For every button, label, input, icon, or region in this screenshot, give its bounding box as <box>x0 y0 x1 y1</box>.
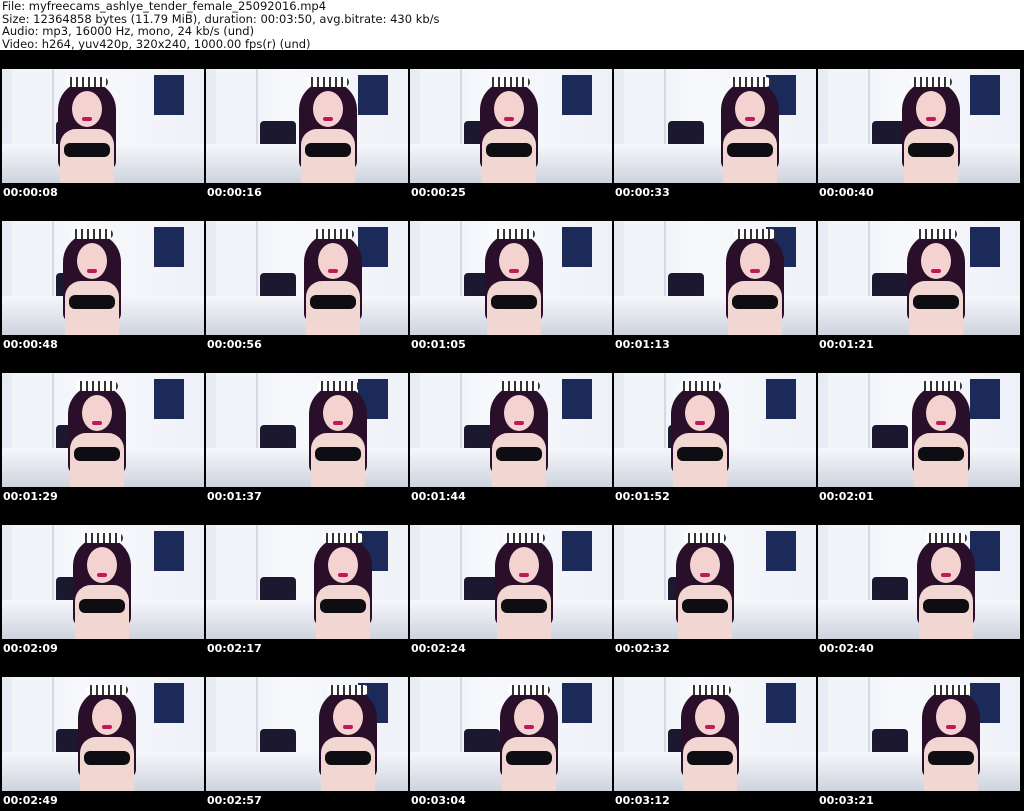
video-frame-image <box>410 373 612 487</box>
thumbnail-cell: 00:01:29 <box>0 354 204 506</box>
timestamp-label: 00:02:32 <box>615 642 670 655</box>
timestamp-label: 00:02:09 <box>3 642 58 655</box>
thumbnail-cell: 00:03:21 <box>816 658 1020 810</box>
thumbnail-cell: 00:02:32 <box>612 506 816 658</box>
timestamp-label: 00:01:37 <box>207 490 262 503</box>
thumbnail-cell: 00:00:16 <box>204 50 408 202</box>
thumbnail-cell: 00:03:12 <box>612 658 816 810</box>
timestamp-label: 00:00:56 <box>207 338 262 351</box>
thumbnail-cell: 00:01:13 <box>612 202 816 354</box>
video-frame-image <box>206 69 408 183</box>
thumbnail-cell: 00:01:44 <box>408 354 612 506</box>
thumbnail-cell: 00:01:52 <box>612 354 816 506</box>
video-frame-image <box>614 373 816 487</box>
thumbnail-cell: 00:02:01 <box>816 354 1020 506</box>
timestamp-label: 00:00:25 <box>411 186 466 199</box>
timestamp-label: 00:03:12 <box>615 794 670 807</box>
timestamp-label: 00:01:44 <box>411 490 466 503</box>
timestamp-label: 00:02:49 <box>3 794 58 807</box>
thumbnail-cell: 00:02:40 <box>816 506 1020 658</box>
video-frame-image <box>2 69 204 183</box>
timestamp-label: 00:00:40 <box>819 186 874 199</box>
video-frame-image <box>2 221 204 335</box>
thumbnail-cell: 00:00:33 <box>612 50 816 202</box>
thumbnail-cell: 00:02:17 <box>204 506 408 658</box>
video-frame-image <box>410 525 612 639</box>
video-frame-image <box>206 221 408 335</box>
thumbnail-cell: 00:02:57 <box>204 658 408 810</box>
video-frame-image <box>614 221 816 335</box>
thumbnail-cell: 00:00:56 <box>204 202 408 354</box>
video-frame-image <box>410 221 612 335</box>
video-frame-image <box>818 69 1020 183</box>
timestamp-label: 00:00:33 <box>615 186 670 199</box>
timestamp-label: 00:00:16 <box>207 186 262 199</box>
file-info-header: File: myfreecams_ashlye_tender_female_25… <box>0 0 1024 50</box>
video-frame-image <box>818 525 1020 639</box>
video-frame-image <box>614 677 816 791</box>
timestamp-label: 00:03:21 <box>819 794 874 807</box>
video-frame-image <box>614 525 816 639</box>
video-frame-image <box>206 373 408 487</box>
video-frame-image <box>410 677 612 791</box>
thumbnail-cell: 00:02:49 <box>0 658 204 810</box>
thumbnail-cell: 00:00:40 <box>816 50 1020 202</box>
video-frame-image <box>2 677 204 791</box>
timestamp-label: 00:02:57 <box>207 794 262 807</box>
timestamp-label: 00:01:52 <box>615 490 670 503</box>
timestamp-label: 00:01:13 <box>615 338 670 351</box>
timestamp-label: 00:02:24 <box>411 642 466 655</box>
thumbnail-cell: 00:01:05 <box>408 202 612 354</box>
timestamp-label: 00:01:21 <box>819 338 874 351</box>
video-frame-image <box>818 221 1020 335</box>
video-frame-image <box>410 69 612 183</box>
timestamp-label: 00:03:04 <box>411 794 466 807</box>
timestamp-label: 00:01:29 <box>3 490 58 503</box>
video-frame-image <box>818 373 1020 487</box>
thumbnail-cell: 00:02:09 <box>0 506 204 658</box>
video-frame-image <box>614 69 816 183</box>
timestamp-label: 00:02:01 <box>819 490 874 503</box>
timestamp-label: 00:02:17 <box>207 642 262 655</box>
thumbnail-cell: 00:02:24 <box>408 506 612 658</box>
timestamp-label: 00:02:40 <box>819 642 874 655</box>
audio-line: Audio: mp3, 16000 Hz, mono, 24 kb/s (und… <box>2 24 255 39</box>
timestamp-label: 00:00:08 <box>3 186 58 199</box>
file-name-line: File: myfreecams_ashlye_tender_female_25… <box>2 0 327 13</box>
thumbnail-cell: 00:01:37 <box>204 354 408 506</box>
thumbnail-cell: 00:01:21 <box>816 202 1020 354</box>
timestamp-label: 00:01:05 <box>411 338 466 351</box>
thumbnail-cell: 00:03:04 <box>408 658 612 810</box>
video-frame-image <box>206 677 408 791</box>
video-frame-image <box>2 373 204 487</box>
timestamp-label: 00:00:48 <box>3 338 58 351</box>
thumbnail-cell: 00:00:48 <box>0 202 204 354</box>
video-frame-image <box>818 677 1020 791</box>
video-frame-image <box>2 525 204 639</box>
thumbnail-cell: 00:00:08 <box>0 50 204 202</box>
video-line: Video: h264, yuv420p, 320x240, 1000.00 f… <box>2 36 311 51</box>
thumbnail-grid: 00:00:08 00:00:16 00:00:25 00:00:33 00:00:40… <box>0 50 1024 811</box>
thumbnail-cell: 00:00:25 <box>408 50 612 202</box>
video-frame-image <box>206 525 408 639</box>
